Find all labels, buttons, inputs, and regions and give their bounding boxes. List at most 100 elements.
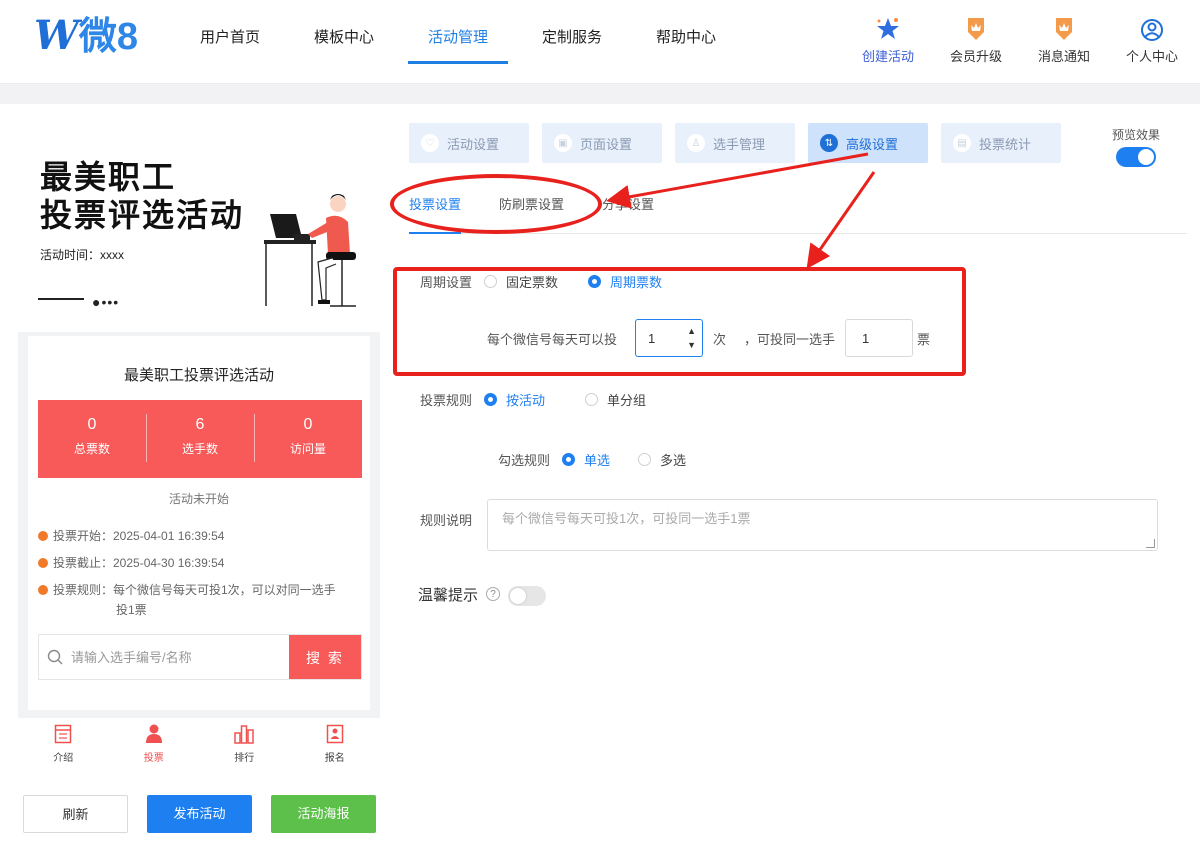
star-icon	[844, 14, 932, 42]
step-label: 选手管理	[713, 136, 766, 152]
activity-card: 最美职工投票评选活动 0 总票数 6 选手数 0 访问量 活动未开始 投票开始：…	[28, 336, 370, 710]
select-single-label: 单选	[584, 453, 611, 468]
radio-circle	[588, 275, 602, 288]
tab-intro[interactable]: 介绍	[18, 718, 109, 772]
clock-icon	[38, 531, 48, 541]
top-header: W 微8 用户首页 模板中心 活动管理 定制服务 帮助中心 创建活动 会员升级 …	[0, 0, 1200, 84]
personal-center-label: 个人中心	[1125, 49, 1178, 64]
banner-dash	[38, 298, 84, 300]
vote-end-text: 投票截止：2025-04-30 16:39:54	[53, 556, 225, 570]
signup-icon	[326, 724, 343, 744]
tab-vote-settings[interactable]: 投票设置	[409, 193, 462, 234]
preview-toggle[interactable]	[1116, 147, 1156, 167]
alert-icon	[38, 585, 48, 595]
step-page-settings[interactable]: ▣ 页面设置	[542, 123, 662, 163]
tab-signup[interactable]: 报名	[290, 718, 381, 772]
top-actions: 创建活动 会员升级 消息通知 个人中心	[844, 14, 1196, 65]
user-circle-icon	[1108, 14, 1196, 42]
bell-badge-icon	[1020, 14, 1108, 42]
stat-label: 总票数	[73, 442, 110, 456]
preview-toggle-group: 预览效果	[1112, 126, 1160, 170]
chevron-down-icon[interactable]: ▼	[687, 338, 696, 352]
times-unit: 次	[713, 331, 727, 347]
select-single-radio[interactable]: 单选	[562, 450, 610, 469]
player-search: 搜 索	[38, 634, 362, 680]
create-activity-button[interactable]: 创建活动	[844, 14, 932, 65]
tab-ranking[interactable]: 排行	[199, 718, 290, 772]
tab-share-settings[interactable]: 分享设置	[602, 193, 654, 233]
select-multi-label: 多选	[660, 453, 687, 468]
player-search-input[interactable]	[71, 635, 289, 679]
card-title: 最美职工投票评选活动	[123, 367, 274, 384]
activity-status: 活动未开始	[168, 492, 229, 506]
search-icon	[39, 635, 71, 679]
tips-label: 温馨提示	[418, 586, 479, 604]
ranking-icon	[234, 725, 254, 744]
radio-circle	[638, 453, 652, 466]
step-label: 页面设置	[580, 136, 633, 152]
activity-poster-button[interactable]: 活动海报	[271, 795, 376, 833]
phone-tabbar: 介绍 投票 排行 报名	[18, 718, 380, 772]
stepper-arrows[interactable]: ▲ ▼	[687, 324, 696, 352]
header-separator	[0, 84, 1200, 104]
chevron-up-icon[interactable]: ▲	[687, 324, 696, 338]
tips-toggle[interactable]	[508, 586, 547, 606]
rule-by-activity-label: 按活动	[506, 393, 546, 408]
logo[interactable]: W 微8	[34, 12, 139, 59]
cycle-periodic-label: 周期票数	[610, 275, 663, 290]
vote-rule-text-1: 投票规则：每个微信号每天可投1次，可以对同一选手	[53, 583, 336, 597]
create-activity-label: 创建活动	[861, 49, 914, 64]
publish-activity-button[interactable]: 发布活动	[147, 795, 252, 833]
tab-anti-fraud-settings[interactable]: 防刷票设置	[499, 193, 564, 233]
step-label: 高级设置	[846, 136, 899, 152]
stat-label: 选手数	[181, 442, 218, 456]
cycle-fixed-radio[interactable]: 固定票数	[484, 272, 558, 291]
radio-circle	[484, 275, 498, 288]
same-player-input[interactable]: 1	[845, 319, 914, 357]
banner-activity-time: 活动时间：xxxx	[40, 248, 125, 262]
rule-by-group-radio[interactable]: 单分组	[585, 390, 646, 409]
person-icon	[145, 724, 162, 743]
tab-signup-label: 报名	[324, 753, 345, 764]
tab-intro-label: 介绍	[53, 753, 74, 764]
settings-steps: ♡ 活动设置 ▣ 页面设置 ♙ 选手管理 ⇅ 高级设置 ▤ 投票统计	[409, 123, 1074, 163]
help-icon[interactable]: ?	[486, 587, 501, 601]
banner-dots: ●•••	[92, 294, 120, 310]
cycle-periodic-radio[interactable]: 周期票数	[588, 272, 662, 291]
logo-w: W	[34, 12, 79, 59]
phone-preview: 最美职工 投票评选活动 活动时间：xxxx ●••• 最美职工投票评选活动 0	[18, 122, 380, 718]
heart-icon: ♡	[421, 134, 439, 152]
nav-activity-management[interactable]: 活动管理	[408, 0, 508, 64]
rule-desc-textarea[interactable]: 每个微信号每天可投1次，可投同一选手1票	[487, 499, 1158, 551]
step-activity-settings[interactable]: ♡ 活动设置	[409, 123, 529, 163]
step-advanced-settings[interactable]: ⇅ 高级设置	[808, 123, 928, 163]
notifications-button[interactable]: 消息通知	[1020, 14, 1108, 65]
tab-vote[interactable]: 投票	[109, 718, 200, 772]
nav-help[interactable]: 帮助中心	[636, 0, 736, 64]
nav-templates[interactable]: 模板中心	[294, 0, 394, 64]
per-day-stepper[interactable]: 1 ▲ ▼	[635, 319, 704, 357]
rule-by-activity-radio[interactable]: 按活动	[484, 390, 545, 409]
votes-unit: 票	[917, 331, 931, 347]
preview-label: 预览效果	[1112, 128, 1161, 142]
action-buttons: 刷新 发布活动 活动海报	[23, 795, 395, 833]
vote-rule-info: 投票规则：每个微信号每天可投1次，可以对同一选手 投1票	[38, 580, 358, 620]
worker-illustration	[264, 194, 356, 307]
logo-text: 微8	[78, 16, 139, 58]
stat-players: 6 选手数	[146, 400, 254, 478]
tab-vote-label: 投票	[143, 753, 164, 764]
search-button[interactable]: 搜 索	[289, 635, 361, 679]
personal-center-button[interactable]: 个人中心	[1108, 14, 1196, 65]
radio-circle	[585, 393, 599, 406]
step-player-management[interactable]: ♙ 选手管理	[675, 123, 795, 163]
nav-home[interactable]: 用户首页	[180, 0, 280, 64]
member-upgrade-button[interactable]: 会员升级	[932, 14, 1020, 65]
cycle-settings-row: 周期设置 固定票数 周期票数	[420, 272, 692, 291]
notifications-label: 消息通知	[1037, 49, 1090, 64]
activity-banner: 最美职工 投票评选活动 活动时间：xxxx ●•••	[18, 122, 380, 332]
step-label: 投票统计	[979, 136, 1032, 152]
refresh-button[interactable]: 刷新	[23, 795, 128, 833]
nav-custom-service[interactable]: 定制服务	[522, 0, 622, 64]
step-vote-statistics[interactable]: ▤ 投票统计	[941, 123, 1061, 163]
select-multi-radio[interactable]: 多选	[638, 450, 686, 469]
